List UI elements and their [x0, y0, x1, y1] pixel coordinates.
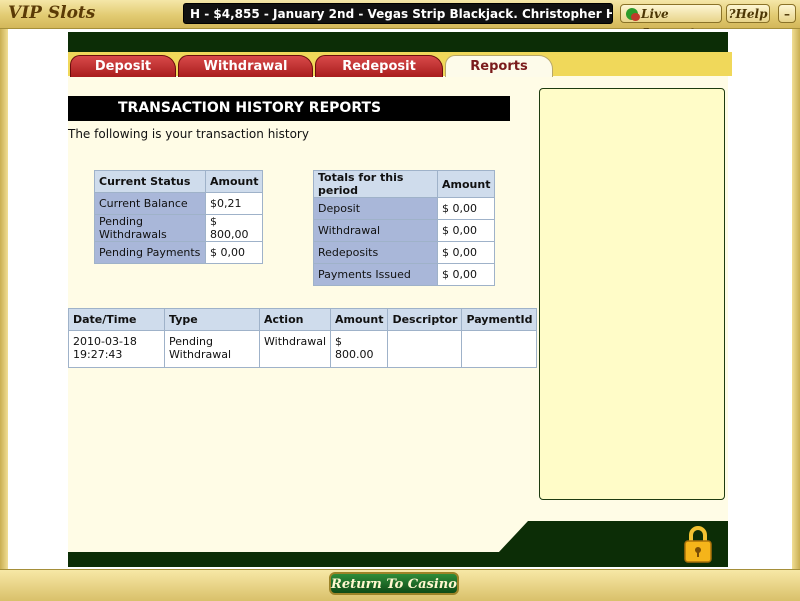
payment-id-cell: [462, 331, 537, 367]
current-status-table: Current Status Amount Current Balance $0…: [94, 170, 264, 264]
table-row: Pending Payments $ 0,00: [95, 242, 263, 263]
app-title: VIP Slots: [8, 3, 96, 23]
table-row: Redeposits $ 0,00: [314, 242, 495, 263]
column-header: Amount: [438, 171, 495, 197]
minimize-button[interactable]: –: [778, 4, 796, 23]
column-header: Amount: [206, 171, 263, 192]
row-value: $ 0,00: [438, 220, 495, 241]
row-value: $ 800,00: [206, 215, 263, 241]
table-header-row: Date/Time Type Action Amount Descriptor …: [69, 309, 537, 330]
table-row: Withdrawal $ 0,00: [314, 220, 495, 241]
type-line-2: Withdrawal: [169, 348, 232, 361]
row-label: Payments Issued: [314, 264, 437, 285]
column-header: Amount: [331, 309, 388, 330]
column-header: Descriptor: [388, 309, 462, 330]
column-header: Type: [165, 309, 259, 330]
type-line-1: Pending: [169, 335, 213, 348]
table-row: Current Balance $0,21: [95, 193, 263, 214]
row-label: Redeposits: [314, 242, 437, 263]
row-label: Withdrawal: [314, 220, 437, 241]
bottom-band: [68, 552, 728, 567]
row-label: Current Balance: [95, 193, 205, 214]
tab-reports[interactable]: Reports: [445, 55, 553, 77]
row-value: $ 0,00: [438, 198, 495, 219]
row-label: Deposit: [314, 198, 437, 219]
table-header-row: Current Status Amount: [95, 171, 263, 192]
help-button[interactable]: ?Help: [726, 4, 770, 23]
column-header: Date/Time: [69, 309, 164, 330]
padlock-icon: [684, 526, 712, 563]
table-row: 2010-03-18 19:27:43 Pending Withdrawal W…: [69, 331, 537, 367]
date-text: 2010-03-18: [73, 335, 137, 348]
type-cell: Pending Withdrawal: [165, 331, 259, 367]
row-label: Pending Payments: [95, 242, 205, 263]
return-to-casino-button[interactable]: Return To Casino: [329, 572, 459, 595]
side-panel: [539, 88, 725, 500]
page-title: TRANSACTION HISTORY REPORTS: [68, 96, 510, 121]
amount-cell: $ 800.00: [331, 331, 388, 367]
column-header: Totals for this period: [314, 171, 437, 197]
row-value: $ 0,00: [438, 242, 495, 263]
date-time-cell: 2010-03-18 19:27:43: [69, 331, 164, 367]
time-text: 19:27:43: [73, 348, 123, 361]
tab-redeposit[interactable]: Redeposit: [315, 55, 443, 77]
tab-deposit[interactable]: Deposit: [70, 55, 176, 77]
left-frame: [0, 29, 8, 570]
descriptor-cell: [388, 331, 462, 367]
period-totals-table: Totals for this period Amount Deposit $ …: [313, 170, 496, 286]
top-band: [68, 32, 728, 52]
row-value: $0,21: [206, 193, 263, 214]
row-value: $ 0,00: [438, 264, 495, 285]
action-cell: Withdrawal: [260, 331, 331, 367]
transactions-table: Date/Time Type Action Amount Descriptor …: [68, 308, 538, 368]
tab-withdrawal[interactable]: Withdrawal: [178, 55, 313, 77]
row-label: Pending Withdrawals: [95, 215, 205, 241]
column-header: Action: [260, 309, 331, 330]
column-header: PaymentId: [462, 309, 537, 330]
live-support-button[interactable]: Live Support: [620, 4, 722, 40]
table-header-row: Totals for this period Amount: [314, 171, 495, 197]
table-row: Deposit $ 0,00: [314, 198, 495, 219]
winners-ticker: H - $4,855 - January 2nd - Vegas Strip B…: [183, 3, 613, 24]
table-row: Pending Withdrawals $ 800,00: [95, 215, 263, 241]
tab-strip: Deposit Withdrawal Redeposit Reports: [68, 52, 732, 77]
right-frame: [792, 29, 800, 570]
row-value: $ 0,00: [206, 242, 263, 263]
table-row: Payments Issued $ 0,00: [314, 264, 495, 285]
column-header: Current Status: [95, 171, 205, 192]
intro-text: The following is your transaction histor…: [68, 127, 309, 141]
chat-bubble-icon: [626, 8, 640, 21]
title-bar: VIP Slots H - $4,855 - January 2nd - Veg…: [0, 0, 800, 40]
